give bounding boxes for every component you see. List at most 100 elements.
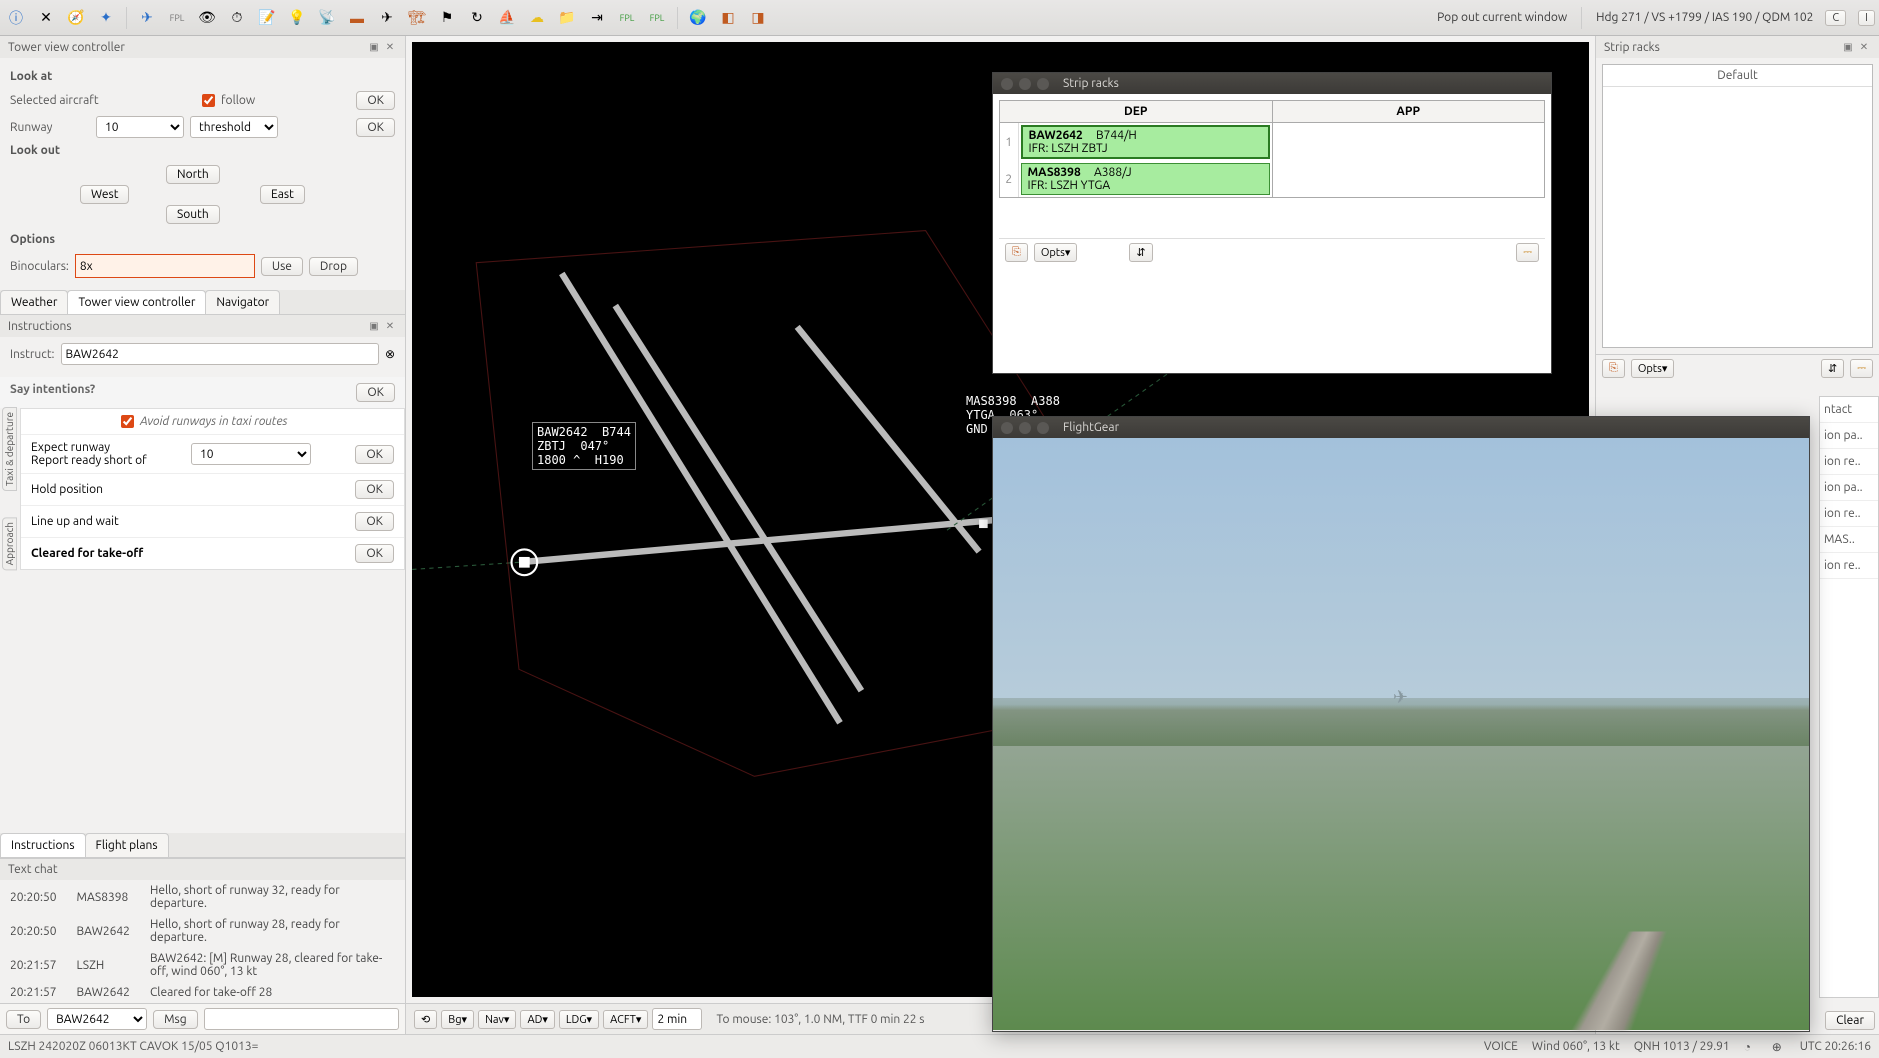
eye-icon[interactable]: 👁 <box>195 6 219 30</box>
ldg-menu[interactable]: LDG▾ <box>559 1010 599 1029</box>
note-icon[interactable]: 📝 <box>255 6 279 30</box>
msg-button[interactable]: Msg <box>153 1010 198 1029</box>
folder-icon[interactable]: 📁 <box>555 6 579 30</box>
window-close-icon[interactable] <box>1001 422 1013 434</box>
flightgear-window[interactable]: FlightGear ✈ <box>992 416 1810 1032</box>
tools-icon[interactable]: ✕ <box>34 6 58 30</box>
window-min-icon[interactable] <box>1019 422 1031 434</box>
rack-sort-icon[interactable]: ⇵ <box>1821 359 1844 378</box>
follow-checkbox[interactable] <box>202 94 215 107</box>
list-item[interactable]: MAS.. <box>1820 527 1878 553</box>
weather-icon[interactable]: ☁ <box>525 6 549 30</box>
window-min-icon[interactable] <box>1019 78 1031 90</box>
bg-menu[interactable]: Bg▾ <box>441 1010 474 1029</box>
window-max-icon[interactable] <box>1037 422 1049 434</box>
north-button[interactable]: North <box>166 165 220 184</box>
sync-icon[interactable]: ⟲ <box>414 1010 437 1029</box>
world-icon[interactable]: 🌍 <box>686 6 710 30</box>
tab-flight-plans[interactable]: Flight plans <box>85 833 169 857</box>
window-close-icon[interactable] <box>1001 78 1013 90</box>
runway-icon[interactable]: ▬ <box>345 6 369 30</box>
clock-icon[interactable]: ⏱ <box>225 6 249 30</box>
strip-racks-titlebar[interactable]: Strip racks <box>993 73 1551 94</box>
fpl3-icon[interactable]: FPL <box>645 6 669 30</box>
clear-button[interactable]: Clear <box>1825 1011 1875 1030</box>
list-item[interactable]: ion pa.. <box>1820 423 1878 449</box>
flight-strip[interactable]: MAS8398 A388/J IFR: LSZH YTGA <box>1021 163 1270 195</box>
status-icon-1[interactable]: ◔ <box>1744 1040 1758 1054</box>
flightgear-view[interactable]: ✈ <box>993 438 1809 1030</box>
rack-pin-icon[interactable]: ⎓ <box>1850 359 1873 378</box>
detach-icon[interactable]: ▣ <box>367 319 381 333</box>
flag-icon[interactable]: ⚑ <box>435 6 459 30</box>
sr-pin-icon[interactable]: ⎓ <box>1516 243 1539 262</box>
vtab-approach[interactable]: Approach <box>2 517 17 570</box>
close-icon[interactable]: ✕ <box>383 40 397 54</box>
strip-racks-window[interactable]: Strip racks DEP 1 BAW2642 B744/H IFR: LS… <box>992 72 1552 374</box>
detach-icon[interactable]: ▣ <box>367 40 381 54</box>
to-button[interactable]: To <box>6 1010 41 1029</box>
list-item[interactable]: ion pa.. <box>1820 475 1878 501</box>
use-button[interactable]: Use <box>261 257 303 276</box>
btn-c[interactable]: C <box>1825 10 1846 26</box>
rack-opts[interactable]: Opts▾ <box>1631 359 1675 378</box>
instruct-input[interactable] <box>61 343 379 365</box>
route-icon[interactable]: ⛵ <box>495 6 519 30</box>
ok-expect-runway[interactable]: OK <box>355 445 394 464</box>
rack-action-icon[interactable]: ⎘ <box>1602 359 1625 378</box>
tab-navigator[interactable]: Navigator <box>205 290 280 314</box>
acft-menu[interactable]: ACFT▾ <box>603 1010 648 1029</box>
west-button[interactable]: West <box>80 185 129 204</box>
fpl-icon[interactable]: FPL <box>165 6 189 30</box>
close-icon[interactable]: ✕ <box>1857 40 1871 54</box>
ok-say-intentions[interactable]: OK <box>356 383 395 402</box>
close-icon[interactable]: ✕ <box>383 319 397 333</box>
refresh-icon[interactable]: ↻ <box>465 6 489 30</box>
to-select[interactable]: BAW2642 <box>47 1008 147 1030</box>
plane-icon[interactable]: ✈ <box>135 6 159 30</box>
list-item[interactable]: ion re.. <box>1820 553 1878 579</box>
export-icon[interactable]: ⇥ <box>585 6 609 30</box>
east-button[interactable]: East <box>260 185 305 204</box>
ok-hold[interactable]: OK <box>355 480 394 499</box>
nav-icon[interactable]: ✦ <box>94 6 118 30</box>
window-max-icon[interactable] <box>1037 78 1049 90</box>
chat-input[interactable] <box>204 1008 399 1030</box>
tower-icon[interactable]: 🏗 <box>405 6 429 30</box>
layer-icon[interactable]: ◧ <box>716 6 740 30</box>
south-button[interactable]: South <box>166 205 220 224</box>
runway-select[interactable]: 10 <box>96 116 184 138</box>
binoculars-input[interactable] <box>75 254 255 278</box>
ok-lineup[interactable]: OK <box>355 512 394 531</box>
tab-instructions[interactable]: Instructions <box>0 833 86 857</box>
sr-action-icon[interactable]: ⎘ <box>1005 243 1028 262</box>
list-item[interactable]: ion re.. <box>1820 501 1878 527</box>
list-item[interactable]: ntact <box>1820 397 1878 423</box>
threshold-select[interactable]: threshold <box>190 116 278 138</box>
flight-strip[interactable]: BAW2642 B744/H IFR: LSZH ZBTJ <box>1021 125 1270 159</box>
avoid-runways-checkbox[interactable] <box>121 415 134 428</box>
info-icon[interactable]: ⓘ <box>4 6 28 30</box>
expect-runway-select[interactable]: 10 <box>191 443 311 465</box>
ok-cleared-takeoff[interactable]: OK <box>355 544 394 563</box>
sr-sort-icon[interactable]: ⇵ <box>1129 243 1152 262</box>
list-item[interactable]: ion re.. <box>1820 449 1878 475</box>
clear-input-icon[interactable]: ⊗ <box>385 347 395 361</box>
popout-label[interactable]: Pop out current window <box>1437 11 1567 24</box>
antenna-icon[interactable]: 📡 <box>315 6 339 30</box>
aircraft-icon[interactable]: ✈ <box>375 6 399 30</box>
layer2-icon[interactable]: ◨ <box>746 6 770 30</box>
datablock-baw2642[interactable]: BAW2642 B744 ZBTJ 047° 1800 ^ H190 <box>532 422 636 470</box>
sr-opts[interactable]: Opts▾ <box>1034 243 1078 262</box>
zoom-input[interactable] <box>652 1008 702 1030</box>
fpl2-icon[interactable]: FPL <box>615 6 639 30</box>
status-icon-2[interactable]: ⊕ <box>1772 1040 1786 1054</box>
globe-icon[interactable]: 🧭 <box>64 6 88 30</box>
tab-weather[interactable]: Weather <box>0 290 68 314</box>
detach-icon[interactable]: ▣ <box>1841 40 1855 54</box>
ok-runway[interactable]: OK <box>356 118 395 137</box>
vtab-taxi-departure[interactable]: Taxi & departure <box>2 407 17 491</box>
ok-selected-aircraft[interactable]: OK <box>356 91 395 110</box>
drop-button[interactable]: Drop <box>309 257 358 276</box>
flightgear-titlebar[interactable]: FlightGear <box>993 417 1809 438</box>
